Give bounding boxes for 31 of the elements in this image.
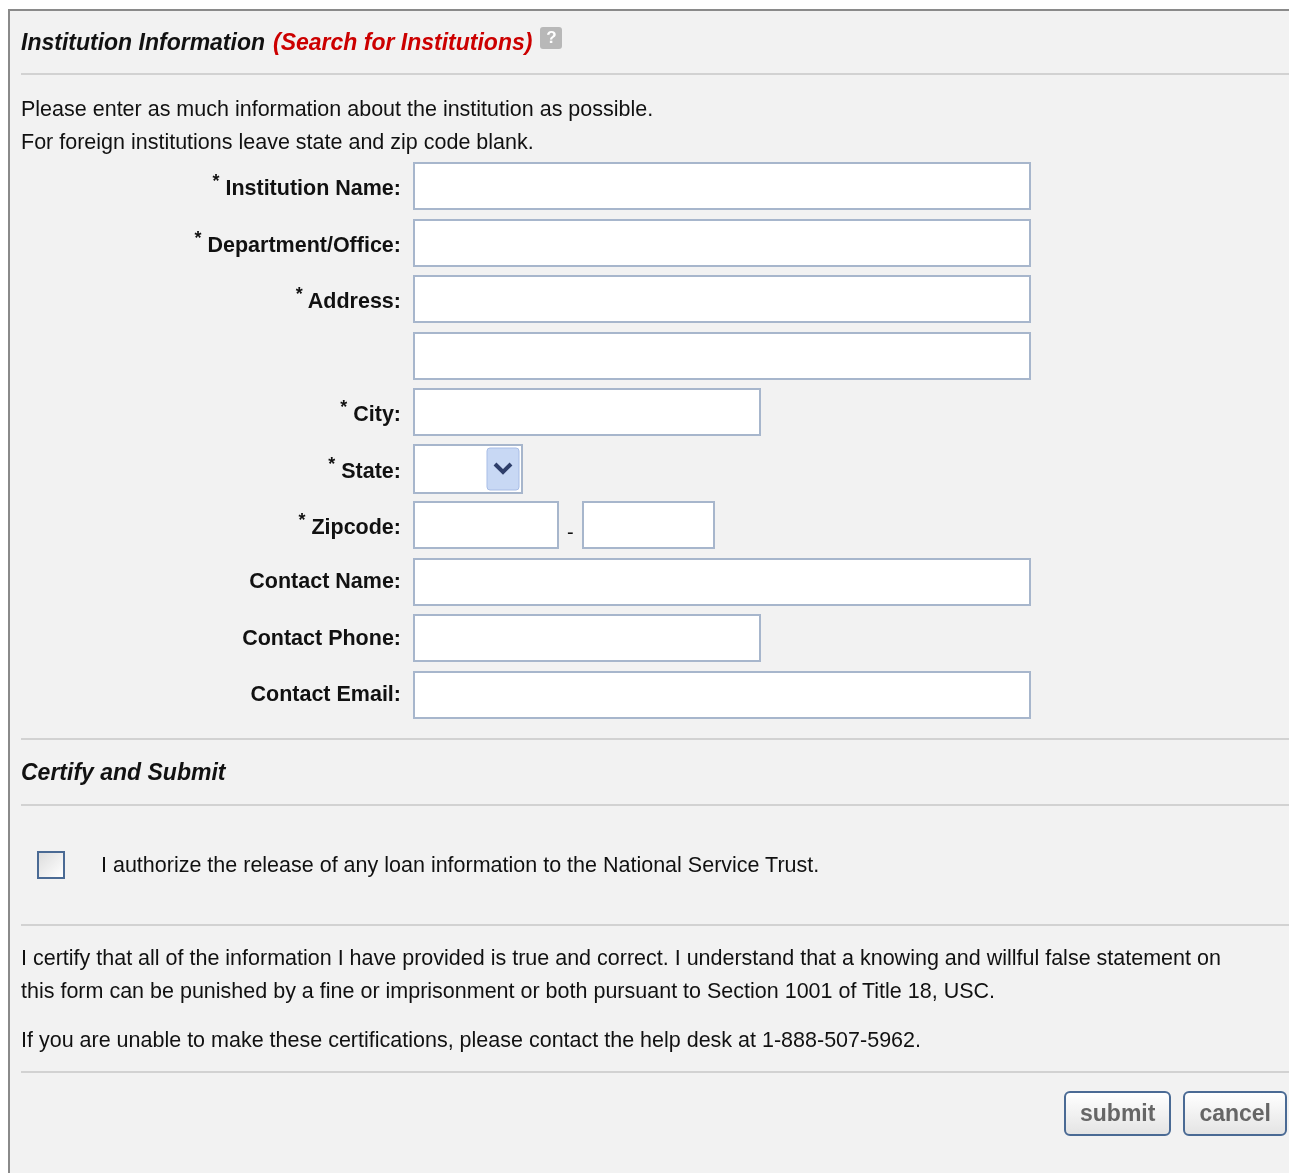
field-label: $^{*}$ Institution Name: (212, 176, 401, 201)
text-field[interactable] (413, 614, 761, 663)
help-desk-text: If you are unable to make these certifications, please contact the help desk at 1-888-507-5962. (21, 1027, 922, 1054)
field-label: $^{*}$ State: (328, 458, 401, 483)
search-link[interactable]: (Search for Institutions) (273, 28, 533, 56)
certification-statement: I certify that all of the information I have provided is true and correct. I understand that a knowing and willful false statement on this form can be punished by a fine or imprisonment or both pursuant to Section 1001 of Title 18, USC. (21, 945, 1222, 1005)
text-field[interactable] (413, 557, 1031, 606)
field-label: Contact Email: (250, 682, 401, 707)
zip-field[interactable] (413, 501, 559, 550)
field-label: Contact Phone: (242, 625, 401, 650)
text-field[interactable] (413, 218, 1031, 267)
text-field[interactable] (413, 162, 1031, 211)
authorize-label: I authorize the release of any loan information to the National Service Trust. (101, 852, 820, 878)
cancel-button[interactable]: cancel (1183, 1091, 1287, 1136)
authorize-checkbox[interactable] (37, 851, 65, 879)
instruction-text: For foreign institutions leave state and zip code blank. (21, 129, 535, 156)
text-field[interactable] (413, 388, 761, 437)
field-label: $^{*}$ Department/Office: (194, 232, 401, 257)
instruction-text: Please enter as much information about the institution as possible. (21, 96, 655, 123)
field-label: $^{*}$ Address: (295, 289, 401, 314)
text-field[interactable] (413, 275, 1031, 324)
section-title: Institution Information (21, 28, 265, 56)
submit-button[interactable]: submit (1064, 1091, 1172, 1136)
field-label: $^{*}$ City: (340, 402, 401, 427)
text-field[interactable] (413, 670, 1031, 719)
text-field[interactable] (413, 331, 1031, 380)
field-label: Contact Name: (249, 569, 401, 594)
field-label: $^{*}$ Zipcode: (298, 515, 401, 540)
zip-extension-field[interactable] (581, 501, 715, 550)
zip-separator: - (567, 519, 574, 544)
section-title: Certify and Submit (21, 758, 226, 786)
